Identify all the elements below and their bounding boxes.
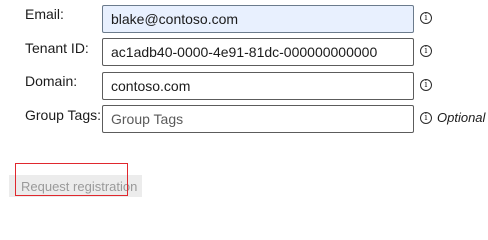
email-info-icon[interactable]: i xyxy=(420,12,432,24)
domain-label: Domain: xyxy=(25,73,78,89)
request-registration-button[interactable]: Request registration xyxy=(9,175,142,197)
registration-form: Email: blake@contoso.com i Tenant ID: ac… xyxy=(0,0,488,201)
group-tags-info-icon[interactable]: i xyxy=(420,112,432,124)
tenant-id-value: ac1adb40-0000-4e91-81dc-000000000000 xyxy=(111,44,378,60)
domain-info-icon[interactable]: i xyxy=(420,79,432,91)
group-tags-field[interactable]: Group Tags xyxy=(102,105,414,133)
tenant-id-label: Tenant ID: xyxy=(25,40,89,56)
domain-field[interactable]: contoso.com xyxy=(102,72,414,100)
email-field[interactable]: blake@contoso.com xyxy=(102,5,414,33)
group-tags-label: Group Tags: xyxy=(25,107,102,123)
domain-value: contoso.com xyxy=(111,78,191,94)
email-value: blake@contoso.com xyxy=(111,11,239,27)
email-label: Email: xyxy=(25,6,64,22)
tenant-id-field[interactable]: ac1adb40-0000-4e91-81dc-000000000000 xyxy=(102,38,414,66)
group-tags-placeholder: Group Tags xyxy=(111,111,184,127)
tenant-id-info-icon[interactable]: i xyxy=(420,45,432,57)
optional-hint: Optional xyxy=(437,110,486,125)
